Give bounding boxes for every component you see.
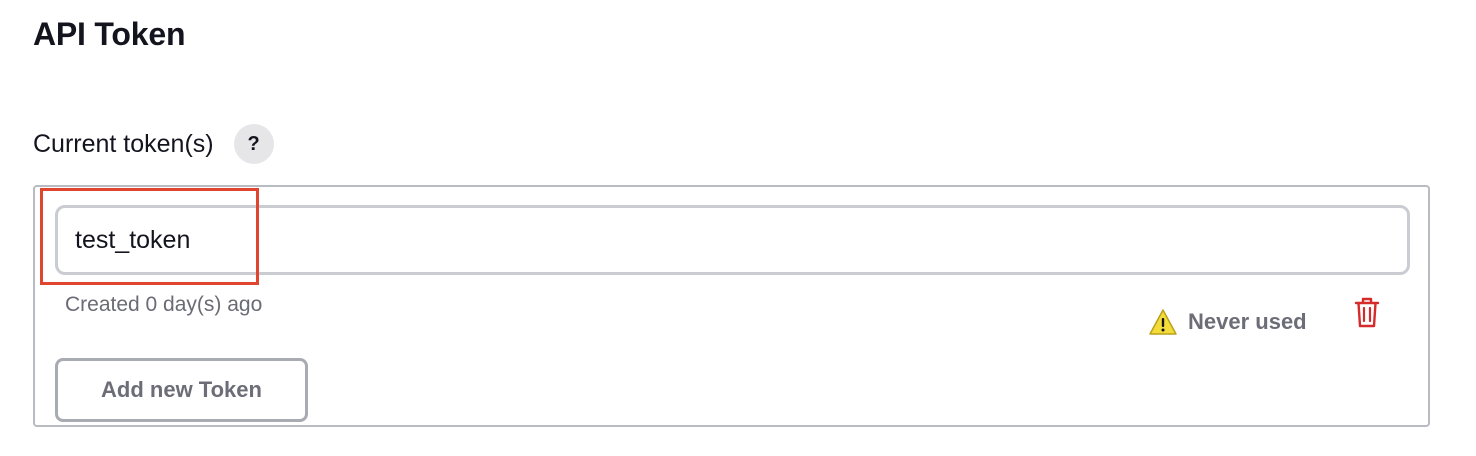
current-tokens-label-row: Current token(s) ?	[33, 124, 274, 164]
current-tokens-label: Current token(s)	[33, 130, 214, 158]
section-title: API Token	[33, 16, 186, 52]
token-list-panel: Created 0 day(s) ago Never used Add new …	[33, 185, 1430, 427]
warning-icon	[1149, 309, 1177, 335]
token-usage-status: Never used	[1148, 307, 1307, 337]
token-usage-text: Never used	[1188, 309, 1307, 334]
add-new-token-button[interactable]: Add new Token	[55, 358, 308, 422]
trash-icon	[1354, 297, 1380, 328]
delete-token-button[interactable]	[1352, 295, 1382, 329]
token-created-text: Created 0 day(s) ago	[65, 293, 263, 316]
token-name-input[interactable]	[55, 205, 1410, 275]
help-button[interactable]: ?	[233, 124, 274, 164]
